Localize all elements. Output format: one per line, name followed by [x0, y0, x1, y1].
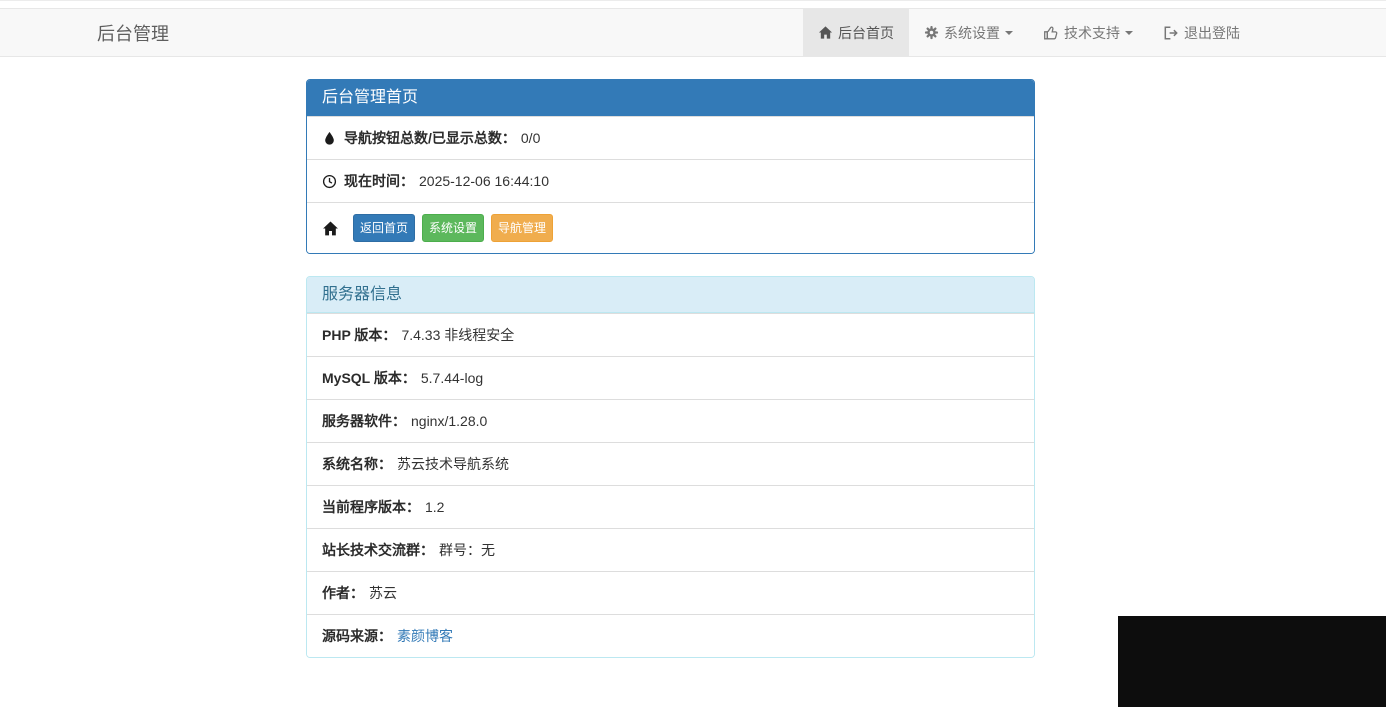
void-region — [1118, 616, 1386, 707]
server-info-row-qq-group: 站长技术交流群： 群号：无 — [307, 528, 1034, 571]
chevron-down-icon — [1125, 30, 1133, 35]
server-info-row-version: 当前程序版本： 1.2 — [307, 485, 1034, 528]
server-info-panel-title: 服务器信息 — [307, 277, 1034, 313]
tint-icon — [322, 131, 337, 146]
nav-item-dashboard[interactable]: 后台首页 — [803, 9, 909, 56]
system-settings-button[interactable]: 系统设置 — [422, 214, 485, 242]
clock-icon — [322, 174, 337, 189]
nav-stats-value: 0/0 — [520, 130, 541, 146]
nav-item-label: 后台首页 — [838, 24, 894, 41]
dashboard-panel-title: 后台管理首页 — [307, 80, 1034, 116]
server-info-row-php: PHP 版本： 7.4.33 非线程安全 — [307, 313, 1034, 356]
page-top-strip — [0, 0, 1386, 8]
nav-manage-button[interactable]: 导航管理 — [491, 214, 554, 242]
nav-stats-row: 导航按钮总数/已显示总数： 0/0 — [307, 116, 1034, 159]
nav-item-system-settings[interactable]: 系统设置 — [909, 9, 1028, 56]
gear-icon — [924, 25, 939, 40]
nav-item-label: 技术支持 — [1064, 24, 1120, 41]
nav-item-label: 系统设置 — [944, 24, 1000, 41]
back-home-button[interactable]: 返回首页 — [353, 214, 416, 242]
brand-title[interactable]: 后台管理 — [97, 9, 169, 56]
current-time-label: 现在时间： — [344, 173, 414, 189]
server-info-row-software: 服务器软件： nginx/1.28.0 — [307, 399, 1034, 442]
current-time-value: 2025-12-06 16:44:10 — [419, 173, 549, 189]
sign-out-icon — [1163, 25, 1179, 41]
home-icon — [818, 25, 833, 40]
nav-item-logout[interactable]: 退出登陆 — [1148, 9, 1255, 56]
source-blog-link[interactable]: 素颜博客 — [397, 626, 453, 646]
server-info-row-mysql: MySQL 版本： 5.7.44-log — [307, 356, 1034, 399]
home-icon — [322, 220, 339, 237]
server-info-row-author: 作者： 苏云 — [307, 571, 1034, 614]
thumbs-up-icon — [1043, 25, 1059, 41]
nav-stats-label: 导航按钮总数/已显示总数： — [344, 130, 516, 146]
nav-item-label: 退出登陆 — [1184, 24, 1240, 41]
quick-links-row: 返回首页 系统设置 导航管理 — [307, 202, 1034, 253]
dashboard-panel: 后台管理首页 导航按钮总数/已显示总数： 0/0 现在时间： 2025-12-0… — [306, 79, 1035, 254]
server-info-row-system-name: 系统名称： 苏云技术导航系统 — [307, 442, 1034, 485]
main-content: 后台管理首页 导航按钮总数/已显示总数： 0/0 现在时间： 2025-12-0… — [306, 79, 1035, 658]
server-info-panel: 服务器信息 PHP 版本： 7.4.33 非线程安全 MySQL 版本： 5.7… — [306, 276, 1035, 658]
server-info-row-source: 源码来源： 素颜博客 — [307, 614, 1034, 657]
nav-item-tech-support[interactable]: 技术支持 — [1028, 9, 1148, 56]
top-navbar: 后台管理 后台首页 系统设置 技术支持 退出登陆 — [0, 8, 1386, 57]
navbar-menu: 后台首页 系统设置 技术支持 退出登陆 — [803, 9, 1255, 56]
current-time-row: 现在时间： 2025-12-06 16:44:10 — [307, 159, 1034, 202]
chevron-down-icon — [1005, 30, 1013, 35]
